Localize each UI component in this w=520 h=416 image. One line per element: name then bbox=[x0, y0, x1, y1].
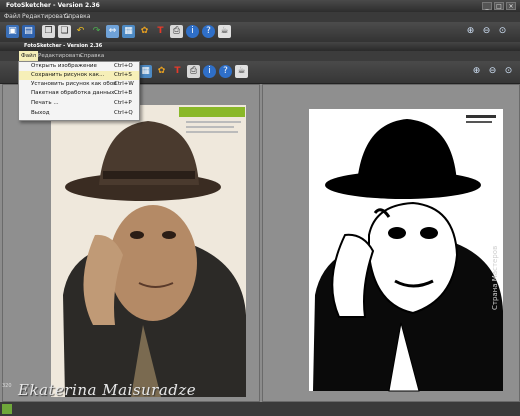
zoom-in-icon[interactable]: ⊕ bbox=[464, 25, 477, 38]
image-icon[interactable]: ▦ bbox=[122, 25, 135, 38]
author-signature: Ekaterina Maisuradze bbox=[18, 381, 197, 399]
undo-icon[interactable]: ↶ bbox=[74, 25, 87, 38]
copy-icon[interactable]: ❐ bbox=[42, 25, 55, 38]
print-icon[interactable]: ⎙ bbox=[170, 25, 183, 38]
menu-item-set-wallpaper[interactable]: Установить рисунок как обои Ctrl+W bbox=[19, 80, 139, 89]
info-icon[interactable]: i bbox=[186, 25, 199, 38]
save-icon[interactable]: ▤ bbox=[22, 25, 35, 38]
inner-menu-bar: Файл Редактировать Справка bbox=[0, 51, 520, 61]
outer-toolbar: ▣ ▤ ❐ ❏ ↶ ↷ ⇔ ▦ ✿ T ⎙ i ? ☕ ⊕ ⊖ ⊙ bbox=[0, 22, 520, 43]
inner-info-icon[interactable]: i bbox=[203, 65, 216, 78]
outer-window-title: FotoSketcher - Version 2.36 bbox=[6, 2, 100, 9]
app-status-icon bbox=[2, 404, 12, 414]
inner-window-title: FotoSketcher - Version 2.36 bbox=[24, 43, 103, 49]
inner-web-icon[interactable]: ☕ bbox=[235, 65, 248, 78]
sketch-image-panel[interactable] bbox=[262, 84, 520, 402]
minimize-button[interactable]: _ bbox=[482, 2, 492, 10]
sketch-result bbox=[309, 109, 503, 392]
zoom-out-icon[interactable]: ⊖ bbox=[480, 25, 493, 38]
close-button[interactable]: × bbox=[506, 2, 516, 10]
inner-text-icon[interactable]: T bbox=[171, 65, 184, 78]
palette-icon[interactable]: ✿ bbox=[138, 25, 151, 38]
inner-menu-help[interactable]: Справка bbox=[80, 51, 104, 61]
inner-palette-icon[interactable]: ✿ bbox=[155, 65, 168, 78]
original-photo bbox=[51, 105, 246, 397]
zoom-fit-icon[interactable]: ⊙ bbox=[496, 25, 509, 38]
maximize-button[interactable]: □ bbox=[494, 2, 504, 10]
web-icon[interactable]: ☕ bbox=[218, 25, 231, 38]
site-watermark: Страна Мастеров bbox=[491, 245, 499, 310]
inner-image-icon[interactable]: ▦ bbox=[139, 65, 152, 78]
menu-item-open[interactable]: Открыть изображение Ctrl+O bbox=[19, 62, 139, 71]
file-dropdown-menu: Открыть изображение Ctrl+O Сохранить рис… bbox=[18, 61, 140, 121]
inner-title-bar: FotoSketcher - Version 2.36 bbox=[0, 42, 520, 51]
inner-zoom-in-icon[interactable]: ⊕ bbox=[470, 65, 483, 78]
zoom-level: 320 bbox=[2, 383, 12, 389]
status-bar bbox=[0, 402, 520, 416]
inner-menu-edit[interactable]: Редактировать bbox=[38, 51, 82, 61]
open-folder-icon[interactable]: ▣ bbox=[6, 25, 19, 38]
original-image-panel[interactable] bbox=[2, 84, 260, 402]
inner-zoom-fit-icon[interactable]: ⊙ bbox=[502, 65, 515, 78]
menu-item-save-as[interactable]: Сохранить рисунок как... Ctrl+S bbox=[19, 71, 139, 80]
inner-print-icon[interactable]: ⎙ bbox=[187, 65, 200, 78]
menu-item-print[interactable]: Печать ... Ctrl+P bbox=[19, 99, 139, 108]
menu-edit[interactable]: Редактировать bbox=[22, 12, 70, 22]
inner-help-icon[interactable]: ? bbox=[219, 65, 232, 78]
menu-help[interactable]: Справка bbox=[64, 12, 90, 22]
outer-title-bar: FotoSketcher - Version 2.36 _ □ × bbox=[0, 0, 520, 12]
redo-icon[interactable]: ↷ bbox=[90, 25, 103, 38]
paste-icon[interactable]: ❏ bbox=[58, 25, 71, 38]
menu-item-exit[interactable]: Выход Ctrl+Q bbox=[19, 109, 139, 118]
outer-menu-bar: Файл Редактировать Справка bbox=[0, 12, 520, 22]
inner-zoom-out-icon[interactable]: ⊖ bbox=[486, 65, 499, 78]
resize-icon[interactable]: ⇔ bbox=[106, 25, 119, 38]
text-icon[interactable]: T bbox=[154, 25, 167, 38]
menu-item-batch[interactable]: Пакетная обработка данных... Ctrl+B bbox=[19, 89, 139, 98]
inner-menu-file[interactable]: Файл bbox=[19, 51, 39, 61]
menu-file[interactable]: Файл bbox=[4, 12, 21, 22]
help-icon[interactable]: ? bbox=[202, 25, 215, 38]
